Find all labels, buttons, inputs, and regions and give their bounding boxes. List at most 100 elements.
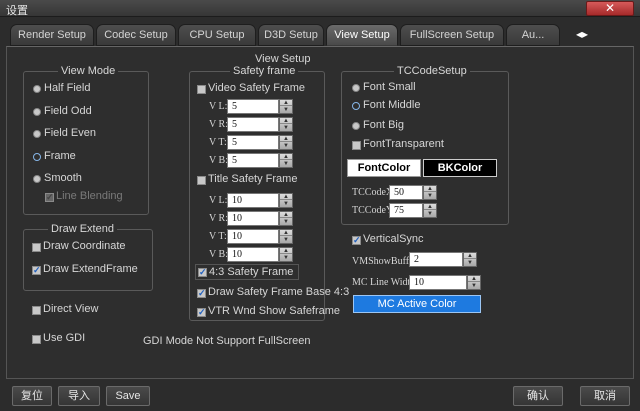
spin-down-icon[interactable]: ▼: [280, 107, 292, 113]
draw-extend-group: Draw Extend: [23, 223, 153, 291]
tab-view-setup[interactable]: View Setup: [326, 24, 398, 46]
spin-value[interactable]: 10: [409, 275, 467, 290]
tab-fullscreen-setup[interactable]: FullScreen Setup: [400, 24, 504, 46]
video-vt-spinner[interactable]: 5 ▲ ▼: [227, 135, 293, 150]
font-color-label: FontColor: [357, 162, 411, 174]
spin-value[interactable]: 5: [227, 153, 279, 168]
spin-up-icon[interactable]: ▲: [280, 100, 292, 106]
radio-selected-icon: [352, 102, 360, 110]
font-color-button[interactable]: FontColor: [347, 159, 421, 177]
spin-down-icon[interactable]: ▼: [424, 211, 436, 217]
spin-down-icon[interactable]: ▼: [280, 237, 292, 243]
tab-scroll-arrows[interactable]: ◂▸: [570, 26, 594, 44]
reset-button[interactable]: 复位: [12, 386, 52, 406]
checkbox-checked-icon: ✓: [197, 288, 206, 298]
tab-label: Codec Setup: [104, 29, 168, 41]
bk-color-button[interactable]: BKColor: [423, 159, 497, 177]
save-button[interactable]: Save: [106, 386, 150, 406]
spin-buttons[interactable]: ▲ ▼: [423, 203, 437, 218]
spin-value[interactable]: 10: [227, 193, 279, 208]
mc-line-width-spinner[interactable]: 10 ▲ ▼: [409, 275, 481, 290]
view-mode-title: View Mode: [58, 65, 119, 77]
spin-value[interactable]: 10: [227, 229, 279, 244]
spin-up-icon[interactable]: ▲: [424, 204, 436, 210]
tab-scroll-icon: ◂▸: [575, 27, 589, 41]
radio-label: Field Even: [44, 127, 96, 139]
spin-buttons[interactable]: ▲ ▼: [279, 229, 293, 244]
tab-strip: Render Setup Codec Setup CPU Setup D3D S…: [8, 24, 632, 46]
spin-value[interactable]: 10: [227, 211, 279, 226]
spin-value[interactable]: 2: [409, 252, 463, 267]
tccode-x-spinner[interactable]: 50 ▲ ▼: [389, 185, 437, 200]
spin-value[interactable]: 5: [227, 99, 279, 114]
safety-frame-title: Safety frame: [230, 65, 299, 77]
spin-up-icon[interactable]: ▲: [424, 186, 436, 192]
radio-icon: [33, 130, 41, 138]
video-vb-spinner[interactable]: 5 ▲ ▼: [227, 153, 293, 168]
tab-d3d-setup[interactable]: D3D Setup: [258, 24, 324, 46]
spin-down-icon[interactable]: ▼: [280, 201, 292, 207]
title-vb-spinner[interactable]: 10 ▲ ▼: [227, 247, 293, 262]
spin-value[interactable]: 75: [389, 203, 423, 218]
spin-up-icon[interactable]: ▲: [280, 194, 292, 200]
tab-cpu-setup[interactable]: CPU Setup: [178, 24, 256, 46]
spin-value[interactable]: 5: [227, 117, 279, 132]
tab-codec-setup[interactable]: Codec Setup: [96, 24, 176, 46]
spin-buttons[interactable]: ▲ ▼: [279, 135, 293, 150]
spin-down-icon[interactable]: ▼: [280, 143, 292, 149]
radio-icon: [33, 108, 41, 116]
spin-buttons[interactable]: ▲ ▼: [279, 153, 293, 168]
spin-buttons[interactable]: ▲ ▼: [279, 193, 293, 208]
spin-buttons[interactable]: ▲ ▼: [279, 247, 293, 262]
spin-value[interactable]: 10: [227, 247, 279, 262]
title-vr-spinner[interactable]: 10 ▲ ▼: [227, 211, 293, 226]
spin-up-icon[interactable]: ▲: [280, 212, 292, 218]
spin-up-icon[interactable]: ▲: [280, 118, 292, 124]
video-vr-spinner[interactable]: 5 ▲ ▼: [227, 117, 293, 132]
tab-audio-setup[interactable]: Au...: [506, 24, 560, 46]
spin-down-icon[interactable]: ▼: [280, 255, 292, 261]
four-three-safety-frame-checkbox[interactable]: ✓ 4:3 Safety Frame: [195, 264, 299, 280]
tccode-y-spinner[interactable]: 75 ▲ ▼: [389, 203, 437, 218]
spin-down-icon[interactable]: ▼: [468, 283, 480, 289]
vm-show-buffer-spinner[interactable]: 2 ▲ ▼: [409, 252, 477, 267]
spin-down-icon[interactable]: ▼: [464, 260, 476, 266]
spin-buttons[interactable]: ▲ ▼: [279, 117, 293, 132]
spin-buttons[interactable]: ▲ ▼: [467, 275, 481, 290]
checkbox-icon: [32, 306, 41, 315]
title-vl-spinner[interactable]: 10 ▲ ▼: [227, 193, 293, 208]
ok-button[interactable]: 确认: [513, 386, 563, 406]
import-button[interactable]: 导入: [58, 386, 100, 406]
spin-up-icon[interactable]: ▲: [280, 154, 292, 160]
spin-buttons[interactable]: ▲ ▼: [463, 252, 477, 267]
title-vt-spinner[interactable]: 10 ▲ ▼: [227, 229, 293, 244]
spin-value[interactable]: 5: [227, 135, 279, 150]
spin-buttons[interactable]: ▲ ▼: [279, 211, 293, 226]
spin-up-icon[interactable]: ▲: [280, 230, 292, 236]
cancel-button[interactable]: 取消: [580, 386, 630, 406]
mc-active-color-label: MC Active Color: [377, 298, 457, 310]
close-button[interactable]: ✕: [586, 1, 634, 16]
spin-up-icon[interactable]: ▲: [468, 276, 480, 282]
save-label: Save: [115, 390, 141, 402]
ok-label: 确认: [527, 390, 549, 402]
spin-value[interactable]: 50: [389, 185, 423, 200]
spin-down-icon[interactable]: ▼: [280, 219, 292, 225]
checkbox-label: Draw ExtendFrame: [43, 263, 138, 275]
tab-label: View Setup: [334, 29, 390, 41]
video-vr-label: V R:: [209, 119, 228, 130]
spin-up-icon[interactable]: ▲: [280, 136, 292, 142]
spin-down-icon[interactable]: ▼: [280, 125, 292, 131]
spin-down-icon[interactable]: ▼: [280, 161, 292, 167]
mc-active-color-button[interactable]: MC Active Color: [353, 295, 481, 313]
spin-up-icon[interactable]: ▲: [280, 248, 292, 254]
spin-buttons[interactable]: ▲ ▼: [423, 185, 437, 200]
spin-up-icon[interactable]: ▲: [464, 253, 476, 259]
spin-down-icon[interactable]: ▼: [424, 193, 436, 199]
title-vr-label: V R:: [209, 213, 228, 224]
video-vl-spinner[interactable]: 5 ▲ ▼: [227, 99, 293, 114]
tab-render-setup[interactable]: Render Setup: [10, 24, 94, 46]
title-vl-label: V L:: [209, 195, 228, 206]
checkbox-checked-icon: ✓: [352, 235, 361, 245]
spin-buttons[interactable]: ▲ ▼: [279, 99, 293, 114]
